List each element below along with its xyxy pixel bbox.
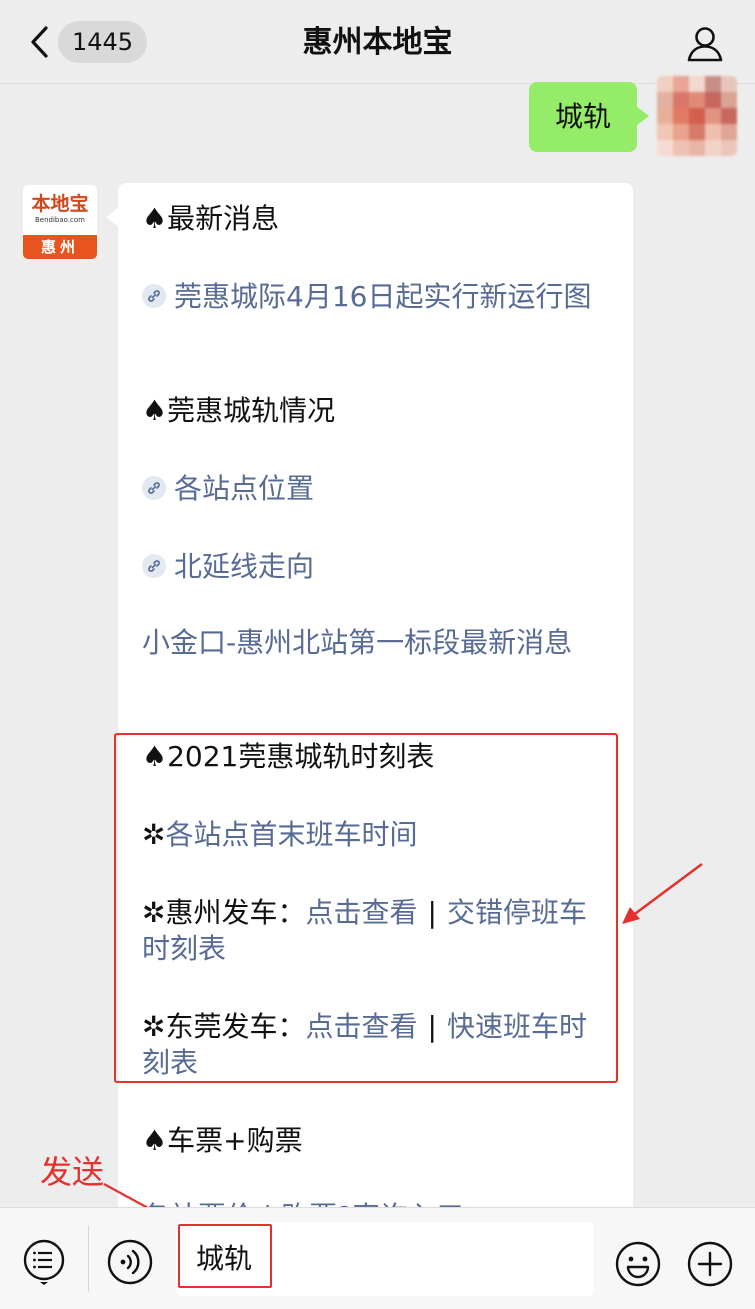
official-account-avatar[interactable]: 本地宝 Bendibao.com 惠州 (22, 184, 98, 260)
emoji-button[interactable] (614, 1240, 662, 1288)
link-icon (142, 554, 166, 578)
link-north-extension-text[interactable]: 北延线走向 (174, 550, 314, 583)
highlight-box (114, 733, 618, 1083)
link-icon (142, 476, 166, 500)
heading-tickets: ♠车票+购票 (142, 1124, 303, 1157)
logo-name-cn: 本地宝 (31, 193, 89, 215)
chat-input-bar: 城轨 (0, 1207, 755, 1309)
outgoing-message-bubble[interactable]: 城轨 (528, 82, 650, 152)
profile-button[interactable] (685, 24, 725, 64)
send-annotation-label: 发送 (40, 1153, 105, 1191)
logo-name-en: Bendibao.com (34, 216, 85, 224)
link-latest-news-text[interactable]: 莞惠城际4月16日起实行新运行图 (174, 280, 591, 313)
link-icon (142, 284, 166, 308)
emoji-icon (615, 1241, 661, 1287)
person-icon (687, 27, 723, 62)
link-xiaojinkou[interactable]: 小金口-惠州北站第一标段最新消息 (142, 625, 611, 661)
link-north-extension[interactable]: 北延线走向 (142, 549, 611, 585)
heading-status: ♠莞惠城轨情况 (142, 394, 336, 427)
chat-header: 1445 惠州本地宝 (0, 0, 755, 84)
link-latest-news[interactable]: 莞惠城际4月16日起实行新运行图 (142, 279, 611, 315)
list-menu-icon (23, 1239, 65, 1285)
link-stations-text[interactable]: 各站点位置 (174, 472, 314, 505)
logo-city: 惠州 (23, 235, 97, 259)
input-highlight-box (178, 1224, 272, 1288)
divider (88, 1226, 89, 1292)
plus-icon (687, 1241, 733, 1287)
menu-button[interactable] (22, 1238, 66, 1286)
more-button[interactable] (686, 1240, 734, 1288)
chat-title: 惠州本地宝 (302, 25, 453, 60)
heading-latest: ♠最新消息 (142, 202, 280, 235)
logo-top: 本地宝 Bendibao.com (23, 185, 97, 237)
annotation-arrow-icon (622, 862, 703, 924)
voice-icon (107, 1239, 153, 1285)
my-avatar[interactable] (657, 76, 737, 156)
link-stations[interactable]: 各站点位置 (142, 471, 611, 507)
voice-button[interactable] (106, 1238, 154, 1286)
